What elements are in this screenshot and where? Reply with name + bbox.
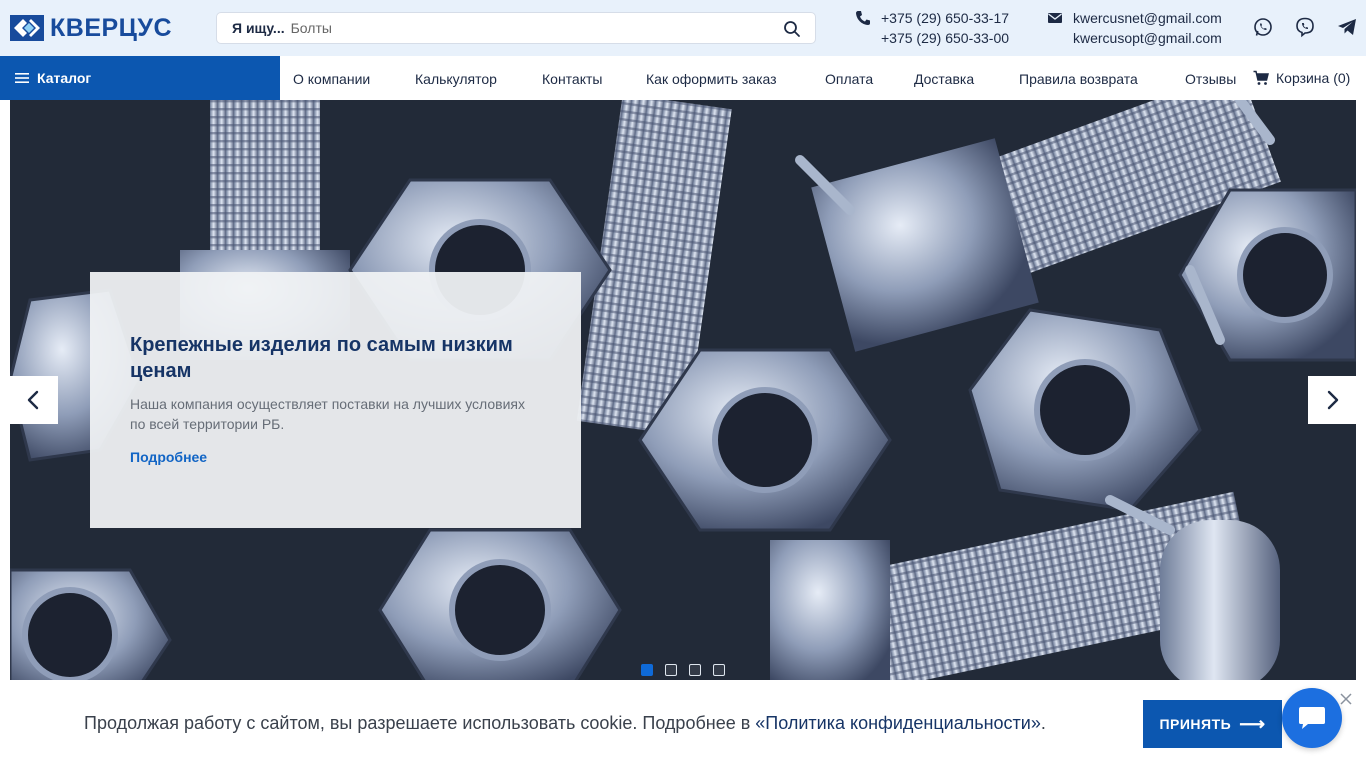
privacy-policy-link[interactable]: «Политика конфиденциальности» xyxy=(755,713,1041,733)
phone-block: +375 (29) 650-33-17 +375 (29) 650-33-00 xyxy=(855,8,1009,48)
nav-link-payment[interactable]: Оплата xyxy=(825,56,873,100)
accept-label: ПРИНЯТЬ xyxy=(1159,716,1232,732)
mail-icon xyxy=(1048,13,1062,23)
arrow-right-icon: ⟶ xyxy=(1239,713,1266,734)
nav-link-contacts[interactable]: Контакты xyxy=(542,56,602,100)
slider-dot-4[interactable] xyxy=(713,664,725,676)
promo-title: Крепежные изделия по самым низким ценам xyxy=(130,334,513,382)
email-2[interactable]: kwercusopt@gmail.com xyxy=(1073,28,1222,48)
cart-label: Корзина (0) xyxy=(1276,70,1351,86)
cart-link[interactable]: Корзина (0) xyxy=(1253,56,1350,100)
search-label: Я ищу... xyxy=(232,20,285,36)
slider-dot-2[interactable] xyxy=(665,664,677,676)
slider-dots xyxy=(641,664,737,676)
logo-text: КВЕРЦУС xyxy=(50,14,173,42)
search-input[interactable] xyxy=(290,20,771,36)
slider-dot-1[interactable] xyxy=(641,664,653,676)
promo-text: Наша компания осуществляет поставки на л… xyxy=(130,396,526,432)
nav-link-about[interactable]: О компании xyxy=(293,56,370,100)
chevron-right-icon xyxy=(1327,390,1339,410)
close-icon[interactable] xyxy=(1339,692,1353,706)
hero-slider: Крепежные изделия по самым низким ценам … xyxy=(10,100,1356,680)
nav-link-how-to-order[interactable]: Как оформить заказ xyxy=(646,56,777,100)
cookie-suffix: . xyxy=(1040,713,1046,733)
logo[interactable]: КВЕРЦУС xyxy=(10,14,172,42)
cookie-text: Продолжая работу с сайтом, вы разрешаете… xyxy=(84,713,1046,734)
main-nav: Каталог О компании Калькулятор Контакты … xyxy=(0,56,1366,100)
cookie-banner: Продолжая работу с сайтом, вы разрешаете… xyxy=(0,680,1366,768)
slider-prev-button[interactable] xyxy=(10,376,58,424)
search-icon[interactable] xyxy=(783,20,801,38)
search-bar: Я ищу... xyxy=(216,12,816,44)
email-1[interactable]: kwercusnet@gmail.com xyxy=(1073,8,1222,28)
slider-dot-3[interactable] xyxy=(689,664,701,676)
cart-icon xyxy=(1253,70,1269,85)
catalog-button[interactable]: Каталог xyxy=(0,56,280,100)
chevron-left-icon xyxy=(27,390,39,410)
phone-icon xyxy=(856,11,870,25)
logo-icon xyxy=(10,15,44,41)
email-block: kwercusnet@gmail.com kwercusopt@gmail.co… xyxy=(1047,8,1222,48)
nav-link-delivery[interactable]: Доставка xyxy=(914,56,974,100)
chat-widget-button[interactable] xyxy=(1282,688,1342,748)
accept-cookie-button[interactable]: ПРИНЯТЬ ⟶ xyxy=(1143,700,1282,748)
slider-next-button[interactable] xyxy=(1308,376,1356,424)
phone-2[interactable]: +375 (29) 650-33-00 xyxy=(881,28,1009,48)
nav-link-reviews[interactable]: Отзывы xyxy=(1185,56,1236,100)
cookie-message: Продолжая работу с сайтом, вы разрешаете… xyxy=(84,713,756,733)
chat-icon xyxy=(1299,707,1325,729)
nav-link-calculator[interactable]: Калькулятор xyxy=(415,56,497,100)
phone-1[interactable]: +375 (29) 650-33-17 xyxy=(881,8,1009,28)
telegram-icon[interactable] xyxy=(1336,16,1358,38)
catalog-label: Каталог xyxy=(37,70,92,86)
top-header: КВЕРЦУС Я ищу... +375 (29) 650-33-17 +37… xyxy=(0,0,1366,56)
menu-icon xyxy=(15,73,29,83)
whatsapp-icon[interactable] xyxy=(1252,16,1274,38)
nav-link-returns[interactable]: Правила возврата xyxy=(1019,56,1138,100)
promo-card: Крепежные изделия по самым низким ценам … xyxy=(90,272,581,528)
promo-more-link[interactable]: Подробнее xyxy=(130,449,207,465)
viber-icon[interactable] xyxy=(1294,16,1316,38)
